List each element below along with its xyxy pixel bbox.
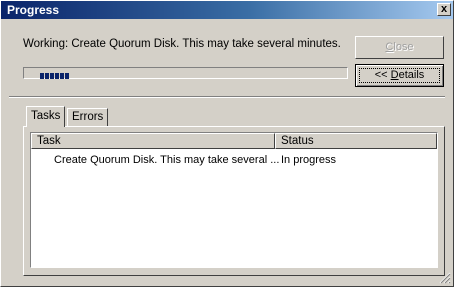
tasks-list[interactable]: Task Status Create Quorum Disk. This may… <box>30 132 438 268</box>
progress-block <box>50 73 54 79</box>
progress-block <box>55 73 59 79</box>
progress-block <box>65 73 69 79</box>
tab-tasks[interactable]: Tasks <box>26 106 66 127</box>
tab-errors[interactable]: Errors <box>67 108 109 127</box>
status-message: Working: Create Quorum Disk. This may ta… <box>23 38 341 50</box>
progress-dialog: Progress x Working: Create Quorum Disk. … <box>0 0 454 287</box>
window-title: Progress <box>7 3 60 17</box>
column-header-task[interactable]: Task <box>31 133 275 149</box>
progress-block <box>40 73 44 79</box>
details-button[interactable]: << Details <box>355 64 444 87</box>
tasks-tab-panel: Task Status Create Quorum Disk. This may… <box>23 126 445 276</box>
column-header-status[interactable]: Status <box>275 133 437 149</box>
title-bar[interactable]: Progress x <box>1 1 453 19</box>
separator <box>9 96 445 98</box>
progress-bar-fill <box>40 70 70 79</box>
progress-bar <box>23 67 348 79</box>
close-icon[interactable]: x <box>437 3 451 16</box>
table-row-status-cell[interactable]: In progress <box>281 154 336 166</box>
progress-block <box>60 73 64 79</box>
focus-rectangle <box>359 68 440 83</box>
table-row-task-cell[interactable]: Create Quorum Disk. This may take severa… <box>54 154 279 166</box>
tab-errors-label: Errors <box>72 111 104 123</box>
close-glyph: x <box>440 3 448 15</box>
close-button[interactable]: Close <box>355 36 444 59</box>
tab-tasks-label: Tasks <box>31 110 61 122</box>
progress-block <box>45 73 49 79</box>
column-header-task-label: Task <box>37 135 61 147</box>
column-header-status-label: Status <box>281 135 314 147</box>
close-button-label: lose <box>393 41 414 53</box>
